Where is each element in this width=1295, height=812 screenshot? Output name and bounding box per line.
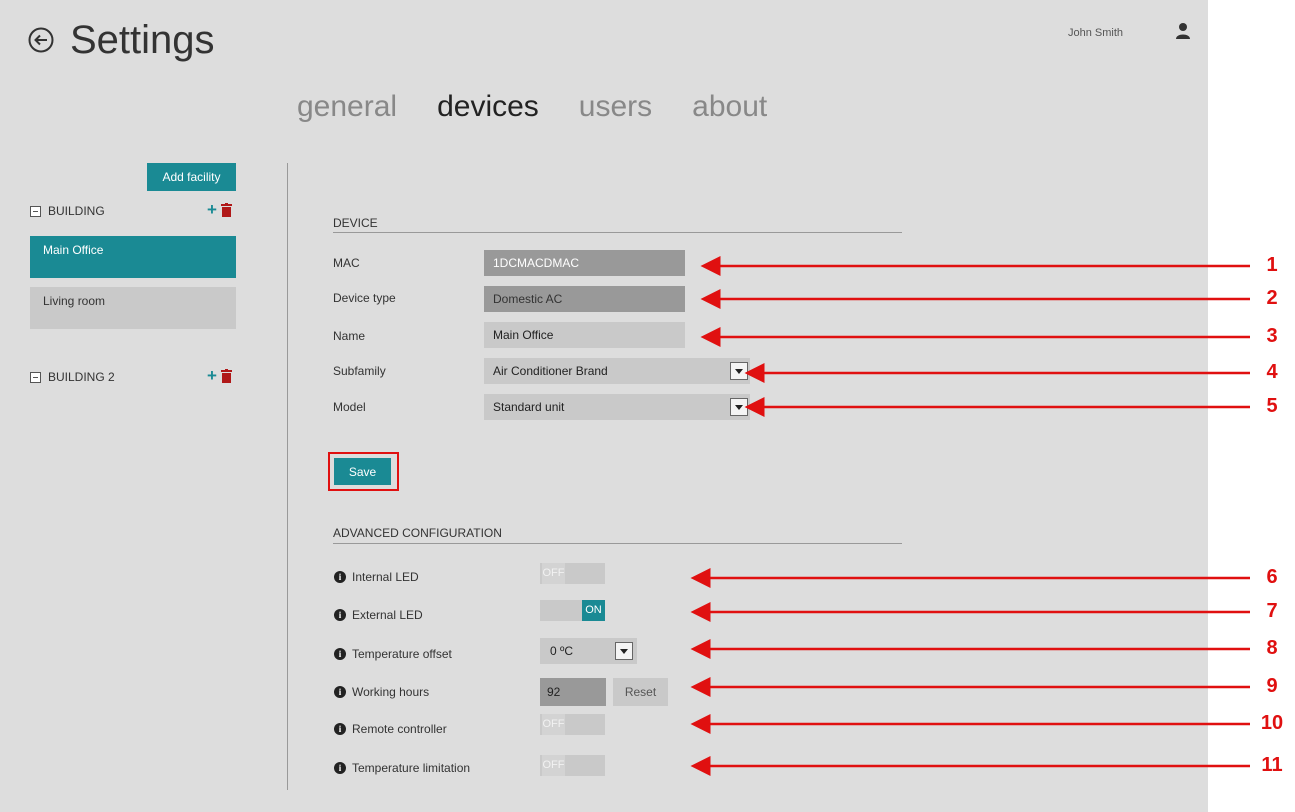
user-name[interactable]: John Smith [1068, 27, 1123, 39]
model-select[interactable]: Standard unit [484, 394, 750, 420]
info-icon[interactable]: i [334, 648, 346, 660]
external-led-row: i External LED [334, 608, 423, 622]
info-icon[interactable]: i [334, 609, 346, 621]
back-arrow-icon[interactable] [28, 27, 54, 53]
callout-number: 3 [1266, 325, 1278, 347]
callout-number: 8 [1266, 637, 1278, 659]
collapse-icon[interactable] [30, 371, 41, 383]
working-hours-row: i Working hours [334, 685, 429, 699]
collapse-icon[interactable] [30, 205, 41, 217]
external-led-label: External LED [352, 608, 423, 622]
subfamily-label: Subfamily [333, 364, 386, 378]
info-icon[interactable]: i [334, 686, 346, 698]
info-icon[interactable]: i [334, 723, 346, 735]
callout-number: 1 [1266, 254, 1278, 276]
subfamily-value: Air Conditioner Brand [493, 364, 608, 378]
room-item-living-room[interactable]: Living room [30, 287, 236, 329]
temperature-limitation-toggle[interactable]: OFF [540, 755, 605, 776]
building-item[interactable]: BUILDING 2 [30, 370, 115, 384]
building-actions: + [207, 367, 232, 384]
external-led-toggle[interactable]: ON [540, 600, 605, 621]
name-field[interactable]: Main Office [484, 322, 685, 348]
plus-icon[interactable]: + [207, 201, 217, 218]
callout-number: 11 [1261, 754, 1283, 776]
mac-label: MAC [333, 256, 360, 270]
tab-about[interactable]: about [692, 87, 767, 127]
callout-number: 4 [1266, 361, 1278, 383]
temperature-offset-label: Temperature offset [352, 647, 452, 661]
trash-icon[interactable] [220, 369, 232, 383]
temperature-offset-value: 0 ºC [550, 644, 574, 658]
device-section-title: DEVICE [333, 216, 378, 230]
working-hours-field: 92 [540, 678, 606, 706]
chevron-down-icon[interactable] [615, 642, 633, 660]
callout-number: 9 [1266, 675, 1278, 697]
reset-button[interactable]: Reset [613, 678, 668, 706]
temperature-limitation-label: Temperature limitation [352, 761, 471, 775]
tab-devices[interactable]: devices [437, 87, 539, 127]
section-divider [333, 232, 902, 233]
tab-users[interactable]: users [579, 87, 652, 127]
callout-number: 2 [1266, 287, 1278, 309]
save-button[interactable]: Save [334, 458, 391, 485]
toggle-state: OFF [542, 755, 565, 776]
building-name: BUILDING 2 [48, 370, 115, 384]
info-icon[interactable]: i [334, 571, 346, 583]
chevron-down-icon[interactable] [730, 362, 748, 380]
page-title: Settings [70, 18, 215, 62]
remote-controller-label: Remote controller [352, 722, 447, 736]
vertical-divider [287, 163, 288, 790]
device-type-field: Domestic AC [484, 286, 685, 312]
building-actions: + [207, 201, 232, 218]
remote-controller-row: i Remote controller [334, 722, 447, 736]
callout-number: 5 [1266, 395, 1278, 417]
advanced-section-title: ADVANCED CONFIGURATION [333, 526, 502, 540]
building-name: BUILDING [48, 204, 105, 218]
info-icon[interactable]: i [334, 762, 346, 774]
internal-led-row: i Internal LED [334, 570, 419, 584]
temperature-offset-row: i Temperature offset [334, 647, 452, 661]
callout-number: 10 [1260, 712, 1284, 734]
add-facility-button[interactable]: Add facility [147, 163, 236, 191]
toggle-state: OFF [542, 714, 565, 735]
device-type-label: Device type [333, 291, 396, 305]
internal-led-label: Internal LED [352, 570, 419, 584]
chevron-down-icon[interactable] [730, 398, 748, 416]
tab-general[interactable]: general [297, 87, 397, 127]
remote-controller-toggle[interactable]: OFF [540, 714, 605, 735]
internal-led-toggle[interactable]: OFF [540, 563, 605, 584]
model-value: Standard unit [493, 400, 565, 414]
callout-number: 7 [1266, 600, 1278, 622]
trash-icon[interactable] [220, 203, 232, 217]
page-header: Settings [28, 18, 215, 62]
toggle-state: OFF [542, 563, 565, 584]
model-label: Model [333, 400, 366, 414]
settings-tabs: general devices users about [297, 87, 807, 127]
temperature-offset-select[interactable]: 0 ºC [540, 638, 637, 664]
toggle-state: ON [582, 600, 605, 621]
working-hours-label: Working hours [352, 685, 430, 699]
building-item[interactable]: BUILDING [30, 204, 105, 218]
temperature-limitation-row: i Temperature limitation [334, 761, 470, 775]
section-divider [333, 543, 902, 544]
settings-app: Settings John Smith general devices user… [0, 0, 1208, 812]
mac-field: 1DCMACDMAC [484, 250, 685, 276]
name-label: Name [333, 329, 366, 343]
callout-number: 6 [1266, 566, 1278, 588]
subfamily-select[interactable]: Air Conditioner Brand [484, 358, 750, 384]
plus-icon[interactable]: + [207, 367, 217, 384]
room-item-main-office[interactable]: Main Office [30, 236, 236, 278]
user-icon[interactable] [1175, 22, 1191, 40]
